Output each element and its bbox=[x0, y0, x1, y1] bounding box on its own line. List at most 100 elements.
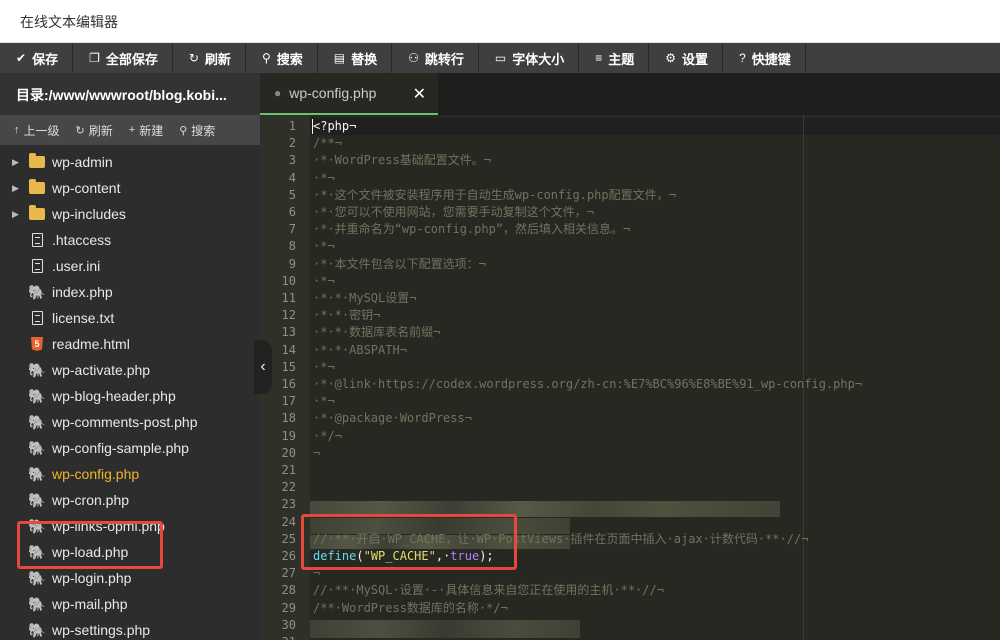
file-item[interactable]: 🐘 wp-mail.php bbox=[0, 591, 260, 617]
file-name: wp-activate.php bbox=[52, 362, 151, 378]
plus-icon: + bbox=[128, 124, 136, 136]
file-type-icon bbox=[28, 179, 46, 194]
code-line: 20 ¬ bbox=[260, 445, 1000, 462]
sidebar-action-3[interactable]: ⚲ 搜索 bbox=[173, 122, 221, 139]
file-type-icon: 🐘 bbox=[28, 362, 46, 379]
toolbar-button-4[interactable]: ▤ 替换 bbox=[318, 43, 393, 73]
code-text: ·*·并重命名为“wp-config.php”，然后填入相关信息。¬ bbox=[313, 222, 631, 237]
file-item[interactable]: 🐘 wp-config-sample.php bbox=[0, 435, 260, 461]
code-line: 7 ·*·并重命名为“wp-config.php”，然后填入相关信息。¬ bbox=[260, 221, 1000, 238]
sidebar-action-2[interactable]: + 新建 bbox=[123, 122, 169, 139]
toolbar-button-label: 全部保存 bbox=[105, 51, 158, 67]
line-number: 3 bbox=[288, 153, 296, 168]
file-item[interactable]: ▶ wp-content bbox=[0, 175, 260, 201]
caret-right-icon[interactable]: ▶ bbox=[12, 157, 24, 168]
file-name: .htaccess bbox=[52, 232, 112, 248]
line-number: 26 bbox=[281, 549, 296, 563]
code-text: ·*¬ bbox=[313, 359, 335, 374]
code-text: ¬ bbox=[313, 634, 320, 640]
code-text: ·*·这个文件被安装程序用于自动生成wp-config.php配置文件，¬ bbox=[313, 187, 676, 202]
search-icon: ⚲ bbox=[261, 51, 271, 65]
toolbar-button-6[interactable]: ▭ 字体大小 bbox=[479, 43, 580, 73]
file-type-icon: 5 bbox=[28, 337, 46, 351]
code-line: 28 //·**·MySQL·设置·-·具体信息来自您正在使用的主机·**·//¬ bbox=[260, 582, 1000, 599]
toolbar-button-5[interactable]: ⚇ 跳转行 bbox=[392, 43, 479, 73]
jump-icon: ⚇ bbox=[408, 51, 419, 65]
file-item[interactable]: 🐘 wp-config.php bbox=[0, 461, 260, 487]
file-item[interactable]: 🐘 wp-blog-header.php bbox=[0, 383, 260, 409]
code-line: 5 ·*·这个文件被安装程序用于自动生成wp-config.php配置文件，¬ bbox=[260, 187, 1000, 204]
file-type-icon bbox=[28, 233, 46, 247]
sidebar-action-label: 上一级 bbox=[23, 123, 60, 138]
file-name: wp-cron.php bbox=[52, 492, 130, 508]
code-text: <?php¬ bbox=[313, 119, 357, 133]
file-highlight-box bbox=[17, 521, 163, 569]
line-number: 19 bbox=[281, 428, 296, 443]
code-text: ·*¬ bbox=[313, 273, 335, 288]
toolbar-button-label: 字体大小 bbox=[512, 51, 565, 67]
code-line: 23 bbox=[260, 496, 1000, 513]
file-item[interactable]: .user.ini bbox=[0, 253, 260, 279]
code-text: //·**·MySQL·设置·-·具体信息来自您正在使用的主机·**·//¬ bbox=[313, 583, 664, 598]
toolbar-button-9[interactable]: ? 快捷键 bbox=[723, 43, 806, 73]
folder-icon bbox=[29, 179, 45, 194]
code-text: ·*·*·数据库表名前缀¬ bbox=[313, 325, 441, 340]
font-size-icon: ▭ bbox=[494, 51, 507, 65]
replace-icon: ▤ bbox=[333, 51, 346, 65]
file-name: .user.ini bbox=[52, 258, 101, 274]
toolbar-button-label: 刷新 bbox=[204, 51, 231, 67]
code-text: ·*·WordPress基础配置文件。¬ bbox=[313, 153, 491, 168]
toolbar-button-3[interactable]: ⚲ 搜索 bbox=[246, 43, 318, 73]
file-name: index.php bbox=[52, 284, 113, 300]
theme-icon: ≡ bbox=[595, 51, 603, 65]
toolbar-button-label: 设置 bbox=[682, 51, 709, 67]
sidebar-action-0[interactable]: ↑ 上一级 bbox=[8, 122, 66, 139]
line-number: 25 bbox=[281, 531, 296, 546]
toolbar-button-label: 主题 bbox=[608, 51, 635, 67]
code-line: 3 ·*·WordPress基础配置文件。¬ bbox=[260, 152, 1000, 169]
php-elephant-icon: 🐘 bbox=[28, 361, 46, 378]
file-item[interactable]: ▶ wp-admin bbox=[0, 149, 260, 175]
file-item[interactable]: 🐘 index.php bbox=[0, 279, 260, 305]
php-elephant-icon: 🐘 bbox=[28, 283, 46, 300]
file-item[interactable]: 🐘 wp-cron.php bbox=[0, 487, 260, 513]
toolbar-button-1[interactable]: ❐ 全部保存 bbox=[73, 43, 173, 73]
file-name: wp-settings.php bbox=[52, 622, 151, 638]
toolbar-button-2[interactable]: ↻ 刷新 bbox=[173, 43, 246, 73]
file-item[interactable]: 🐘 wp-settings.php bbox=[0, 617, 260, 640]
line-number: 2 bbox=[288, 136, 296, 151]
toolbar-button-7[interactable]: ≡ 主题 bbox=[579, 43, 650, 73]
line-number: 30 bbox=[281, 617, 296, 632]
line-number: 6 bbox=[288, 205, 296, 219]
file-item[interactable]: .htaccess bbox=[0, 227, 260, 253]
sidebar-action-label: 新建 bbox=[139, 123, 164, 138]
copy-icon: ❐ bbox=[89, 51, 100, 65]
close-icon[interactable]: ✕ bbox=[413, 84, 426, 104]
code-text: ·*/¬ bbox=[313, 428, 342, 443]
line-number: 21 bbox=[281, 463, 296, 477]
tab-wp-config[interactable]: ● wp-config.php ✕ bbox=[260, 73, 438, 115]
file-type-icon: 🐘 bbox=[28, 440, 46, 457]
code-text: ·*·您可以不使用网站，您需要手动复制这个文件，¬ bbox=[313, 205, 594, 219]
file-item[interactable]: 🐘 wp-comments-post.php bbox=[0, 409, 260, 435]
code-line: 13 ·*·*·数据库表名前缀¬ bbox=[260, 324, 1000, 341]
caret-right-icon[interactable]: ▶ bbox=[12, 183, 24, 194]
code-text: ¬ bbox=[313, 445, 321, 460]
directory-path[interactable]: 目录:/www/wwwroot/blog.kobi... bbox=[0, 73, 260, 115]
file-item[interactable]: ▶ wp-includes bbox=[0, 201, 260, 227]
collapse-sidebar-icon[interactable]: ‹ bbox=[254, 340, 272, 394]
file-item[interactable]: 🐘 wp-activate.php bbox=[0, 357, 260, 383]
file-item[interactable]: license.txt bbox=[0, 305, 260, 331]
toolbar-button-0[interactable]: ✔ 保存 bbox=[0, 43, 74, 73]
toolbar-button-8[interactable]: ⚙ 设置 bbox=[649, 43, 724, 73]
code-text: ·*·@link·https://codex.wordpress.org/zh-… bbox=[313, 377, 863, 391]
sidebar-action-1[interactable]: ↻ 刷新 bbox=[70, 122, 119, 139]
file-name: wp-blog-header.php bbox=[52, 388, 176, 404]
code-text: ·*¬ bbox=[313, 239, 335, 254]
caret-right-icon[interactable]: ▶ bbox=[12, 209, 24, 220]
file-item[interactable]: 5 readme.html bbox=[0, 331, 260, 357]
code-line: 12 ·*·*·密钥¬ bbox=[260, 307, 1000, 324]
line-number: 12 bbox=[281, 308, 296, 323]
code-text: ·*¬ bbox=[313, 170, 335, 185]
line-number: 29 bbox=[281, 600, 296, 615]
